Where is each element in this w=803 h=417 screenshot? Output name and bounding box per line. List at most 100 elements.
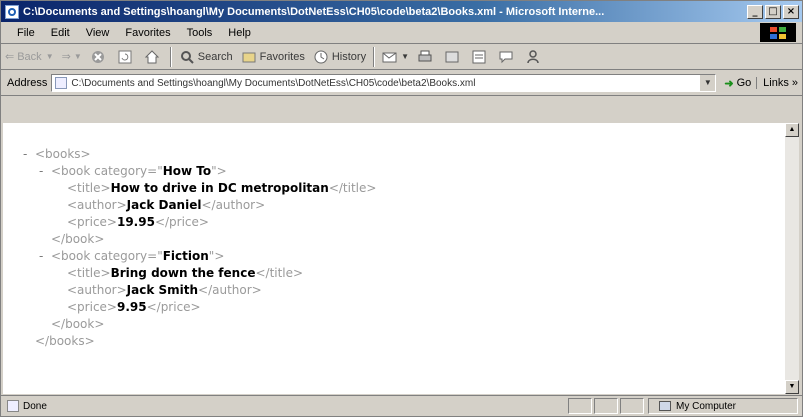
scroll-down-button[interactable]: ▼ [785, 380, 799, 394]
vertical-scrollbar[interactable]: ▲ ▼ [785, 123, 799, 394]
scroll-up-button[interactable]: ▲ [785, 123, 799, 137]
xml-open-tag: <author> [67, 283, 127, 297]
edit-button[interactable] [440, 47, 467, 67]
ie-icon [5, 4, 19, 19]
go-button[interactable]: ➜ Go [724, 77, 751, 90]
xml-line: </book> [23, 316, 376, 333]
xml-open-tag: <price> [67, 215, 117, 229]
xml-line: <title>How to drive in DC metropolitan</… [23, 180, 376, 197]
menu-tools[interactable]: Tools [179, 27, 221, 39]
xml-line: - <book category="Fiction"> [23, 248, 376, 265]
xml-value: Bring down the fence [110, 266, 256, 280]
minimize-button[interactable]: _ [747, 4, 763, 19]
forward-arrow-icon: ⇒ [61, 51, 71, 63]
xml-open-tag: <books> [35, 147, 91, 161]
messenger-button[interactable] [494, 47, 521, 67]
window-controls: _ □ × [747, 4, 799, 19]
xml-line: - <book category="How To"> [23, 163, 376, 180]
links-button[interactable]: Links » [756, 77, 798, 89]
back-arrow-icon: ⇐ [5, 51, 15, 63]
xml-open-tag: </book> [51, 317, 105, 331]
xml-tree: - <books> - <book category="How To"> <title>… [23, 146, 376, 350]
xml-value: Jack Smith [126, 283, 199, 297]
xml-line: <price>9.95</price> [23, 299, 376, 316]
page-done-icon [7, 400, 19, 412]
close-button[interactable]: × [783, 4, 799, 19]
back-button[interactable]: ⇐ Back ▼ [1, 47, 58, 67]
xml-open-tag: <title> [67, 181, 111, 195]
user-button[interactable] [521, 47, 548, 67]
address-input[interactable]: C:\Documents and Settings\hoangl\My Docu… [51, 74, 717, 92]
menu-edit[interactable]: Edit [43, 27, 78, 39]
xml-line: </books> [23, 333, 376, 350]
favorites-icon [241, 49, 257, 65]
xml-value: How to drive in DC metropolitan [110, 181, 329, 195]
discuss-icon [471, 49, 487, 65]
security-zone: My Computer [648, 398, 798, 414]
title-bar[interactable]: C:\Documents and Settings\hoangl\My Docu… [1, 1, 802, 22]
menu-file[interactable]: File [1, 27, 43, 39]
print-button[interactable] [413, 47, 440, 67]
discuss-button[interactable] [467, 47, 494, 67]
xml-value: Fiction [162, 249, 209, 263]
xml-open-tag: <author> [67, 198, 127, 212]
browser-window: C:\Documents and Settings\hoangl\My Docu… [0, 0, 803, 417]
collapse-toggle[interactable]: - [39, 248, 51, 265]
xml-close-tag: "> [208, 249, 225, 263]
status-cell [568, 398, 592, 414]
status-cell [620, 398, 644, 414]
xml-line: - <books> [23, 146, 376, 163]
window-title: C:\Documents and Settings\hoangl\My Docu… [23, 5, 605, 18]
search-button[interactable]: Search [175, 47, 237, 67]
page-icon [55, 77, 68, 89]
mail-button[interactable]: ▼ [378, 47, 413, 67]
xml-value: 9.95 [116, 300, 147, 314]
favorites-button[interactable]: Favorites [237, 47, 309, 67]
chevron-down-icon: ▼ [401, 52, 410, 61]
chat-icon [498, 49, 514, 65]
refresh-icon [117, 49, 133, 65]
xml-close-tag: </title> [255, 266, 304, 280]
history-button[interactable]: History [309, 47, 370, 67]
xml-close-tag: "> [211, 164, 227, 178]
xml-open-tag: </book> [51, 232, 105, 246]
xml-value: How To [162, 164, 212, 178]
user-icon [525, 49, 541, 65]
maximize-button[interactable]: □ [765, 4, 781, 19]
computer-icon [659, 401, 671, 411]
xml-line: <author>Jack Daniel</author> [23, 197, 376, 214]
address-value: C:\Documents and Settings\hoangl\My Docu… [71, 77, 476, 89]
standard-toolbar: ⇐ Back ▼ ⇒ ▼ Search Favorites History ▼ [1, 44, 802, 70]
menu-view[interactable]: View [78, 27, 118, 39]
stop-button[interactable] [86, 47, 113, 67]
home-icon [144, 49, 160, 65]
xml-close-tag: </author> [201, 198, 266, 212]
chevron-down-icon[interactable]: ▼ [699, 75, 716, 91]
xml-value: Jack Daniel [126, 198, 202, 212]
xml-open-tag: <price> [67, 300, 117, 314]
xml-line: <title>Bring down the fence</title> [23, 265, 376, 282]
address-label: Address [7, 77, 48, 89]
menu-favorites[interactable]: Favorites [117, 27, 178, 39]
home-button[interactable] [140, 47, 167, 67]
mail-icon [382, 49, 398, 65]
windows-logo-icon [760, 23, 796, 42]
collapse-toggle[interactable]: - [23, 146, 35, 163]
menu-help[interactable]: Help [220, 27, 259, 39]
chevron-down-icon: ▼ [45, 52, 54, 61]
xml-line: <price>19.95</price> [23, 214, 376, 231]
status-text: Done [23, 400, 47, 412]
go-arrow-icon: ➜ [724, 77, 734, 90]
xml-open-tag: <book category=" [51, 249, 163, 263]
xml-line: </book> [23, 231, 376, 248]
edit-icon [444, 49, 460, 65]
xml-close-tag: </author> [198, 283, 262, 297]
xml-open-tag: </books> [35, 334, 95, 348]
xml-close-tag: </price> [146, 300, 201, 314]
toolbar-separator [169, 46, 172, 67]
xml-open-tag: <title> [67, 266, 111, 280]
collapse-toggle[interactable]: - [39, 163, 51, 180]
search-icon [179, 49, 195, 65]
forward-button[interactable]: ⇒ ▼ [58, 47, 86, 67]
refresh-button[interactable] [113, 47, 140, 67]
